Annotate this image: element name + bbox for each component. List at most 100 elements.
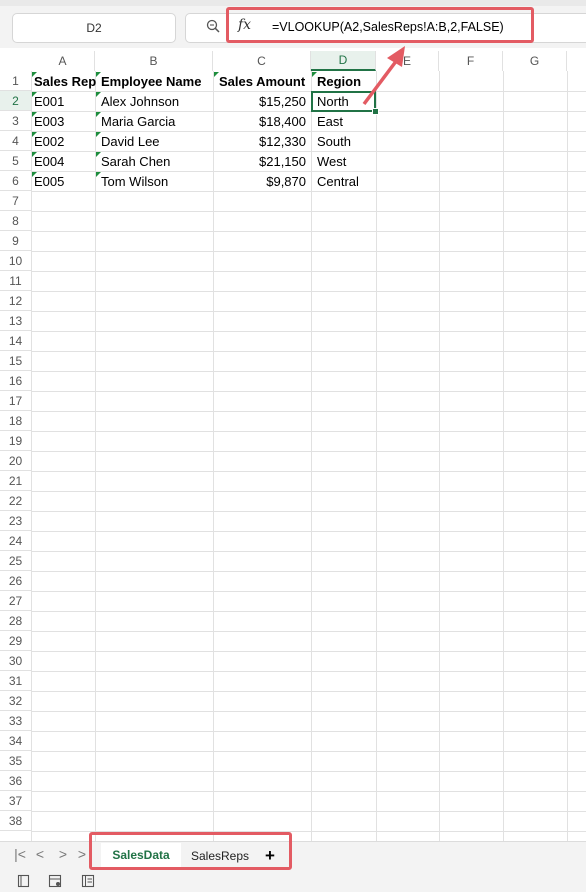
cell-c1[interactable]: Sales Amount: [213, 72, 311, 92]
column-header-b[interactable]: B: [95, 51, 213, 71]
column-header-g[interactable]: G: [503, 51, 567, 71]
cell-b3[interactable]: Maria Garcia: [95, 112, 213, 132]
cell-a2[interactable]: E001: [31, 92, 95, 112]
row-header-24[interactable]: 24: [0, 531, 31, 551]
gridline-horizontal: [31, 351, 586, 352]
cell-d6[interactable]: Central: [311, 172, 376, 192]
cell-b2[interactable]: Alex Johnson: [95, 92, 213, 112]
error-flag-icon: [96, 132, 101, 137]
gridline-horizontal: [31, 691, 586, 692]
column-header-d[interactable]: D: [311, 51, 376, 71]
gridline-vertical: [376, 71, 377, 841]
row-header-5[interactable]: 5: [0, 151, 31, 171]
last-sheet-button[interactable]: >: [74, 846, 90, 862]
cell-d1[interactable]: Region: [311, 72, 376, 92]
row-header-8[interactable]: 8: [0, 211, 31, 231]
gridline-vertical: [503, 71, 504, 841]
error-flag-icon: [312, 72, 317, 77]
row-header-1[interactable]: 1: [0, 71, 31, 91]
row-header-15[interactable]: 15: [0, 351, 31, 371]
row-header-4[interactable]: 4: [0, 131, 31, 151]
row-header-28[interactable]: 28: [0, 611, 31, 631]
zoom-formula-icon[interactable]: [206, 19, 220, 33]
cell-c6[interactable]: $9,870: [213, 172, 311, 192]
row-header-13[interactable]: 13: [0, 311, 31, 331]
gridline-horizontal: [31, 291, 586, 292]
sheet-view-icon[interactable]: [17, 874, 31, 888]
row-header-32[interactable]: 32: [0, 691, 31, 711]
row-header-3[interactable]: 3: [0, 111, 31, 131]
gridline-horizontal: [31, 371, 586, 372]
row-header-16[interactable]: 16: [0, 371, 31, 391]
row-header-35[interactable]: 35: [0, 751, 31, 771]
cell-a4[interactable]: E002: [31, 132, 95, 152]
cell-a5[interactable]: E004: [31, 152, 95, 172]
row-header-6[interactable]: 6: [0, 171, 31, 191]
row-header-12[interactable]: 12: [0, 291, 31, 311]
active-cell-selection[interactable]: [311, 91, 376, 112]
row-header-36[interactable]: 36: [0, 771, 31, 791]
gridline-horizontal: [31, 631, 586, 632]
page-layout-icon[interactable]: [81, 874, 95, 888]
gridline-horizontal: [31, 211, 586, 212]
column-header-e[interactable]: E: [376, 51, 439, 71]
row-header-33[interactable]: 33: [0, 711, 31, 731]
gridline-horizontal: [31, 591, 586, 592]
error-flag-icon: [96, 72, 101, 77]
row-header-20[interactable]: 20: [0, 451, 31, 471]
row-header-9[interactable]: 9: [0, 231, 31, 251]
error-flag-icon: [96, 112, 101, 117]
name-box[interactable]: D2: [12, 13, 176, 43]
row-header-27[interactable]: 27: [0, 591, 31, 611]
row-header-25[interactable]: 25: [0, 551, 31, 571]
cell-d3[interactable]: East: [311, 112, 376, 132]
gridline-horizontal: [31, 251, 586, 252]
row-header-29[interactable]: 29: [0, 631, 31, 651]
next-sheet-button[interactable]: >: [55, 846, 71, 862]
row-header-26[interactable]: 26: [0, 571, 31, 591]
row-header-38[interactable]: 38: [0, 811, 31, 831]
row-header-14[interactable]: 14: [0, 331, 31, 351]
prev-sheet-button[interactable]: <: [32, 846, 48, 862]
cell-d4[interactable]: South: [311, 132, 376, 152]
gridline-horizontal: [31, 651, 586, 652]
cell-a1[interactable]: Sales Rep: [31, 72, 96, 92]
error-flag-icon: [32, 112, 37, 117]
row-header-23[interactable]: 23: [0, 511, 31, 531]
gridline-horizontal: [31, 331, 586, 332]
cell-b5[interactable]: Sarah Chen: [95, 152, 213, 172]
fill-handle[interactable]: [372, 108, 379, 115]
error-flag-icon: [96, 172, 101, 177]
row-header-21[interactable]: 21: [0, 471, 31, 491]
cell-b6[interactable]: Tom Wilson: [95, 172, 213, 192]
row-header-7[interactable]: 7: [0, 191, 31, 211]
cell-c3[interactable]: $18,400: [213, 112, 311, 132]
row-header-30[interactable]: 30: [0, 651, 31, 671]
cell-c5[interactable]: $21,150: [213, 152, 311, 172]
first-sheet-button[interactable]: |<: [12, 846, 28, 862]
row-header-11[interactable]: 11: [0, 271, 31, 291]
row-header-18[interactable]: 18: [0, 411, 31, 431]
accessibility-icon[interactable]: [48, 874, 62, 888]
column-header-c[interactable]: C: [213, 51, 311, 71]
column-header-a[interactable]: A: [31, 51, 95, 71]
ribbon-edge: [0, 0, 586, 6]
row-header-37[interactable]: 37: [0, 791, 31, 811]
row-header-31[interactable]: 31: [0, 671, 31, 691]
row-header-10[interactable]: 10: [0, 251, 31, 271]
cell-a3[interactable]: E003: [31, 112, 95, 132]
tabs-highlight-box: [89, 832, 292, 870]
row-header-19[interactable]: 19: [0, 431, 31, 451]
gridline-horizontal: [31, 811, 586, 812]
row-header-2[interactable]: 2: [0, 91, 31, 111]
cell-b1[interactable]: Employee Name: [95, 72, 213, 92]
cell-c4[interactable]: $12,330: [213, 132, 311, 152]
row-header-17[interactable]: 17: [0, 391, 31, 411]
column-header-f[interactable]: F: [439, 51, 503, 71]
cell-b4[interactable]: David Lee: [95, 132, 213, 152]
cell-a6[interactable]: E005: [31, 172, 95, 192]
row-header-22[interactable]: 22: [0, 491, 31, 511]
row-header-34[interactable]: 34: [0, 731, 31, 751]
cell-d5[interactable]: West: [311, 152, 376, 172]
cell-c2[interactable]: $15,250: [213, 92, 311, 112]
